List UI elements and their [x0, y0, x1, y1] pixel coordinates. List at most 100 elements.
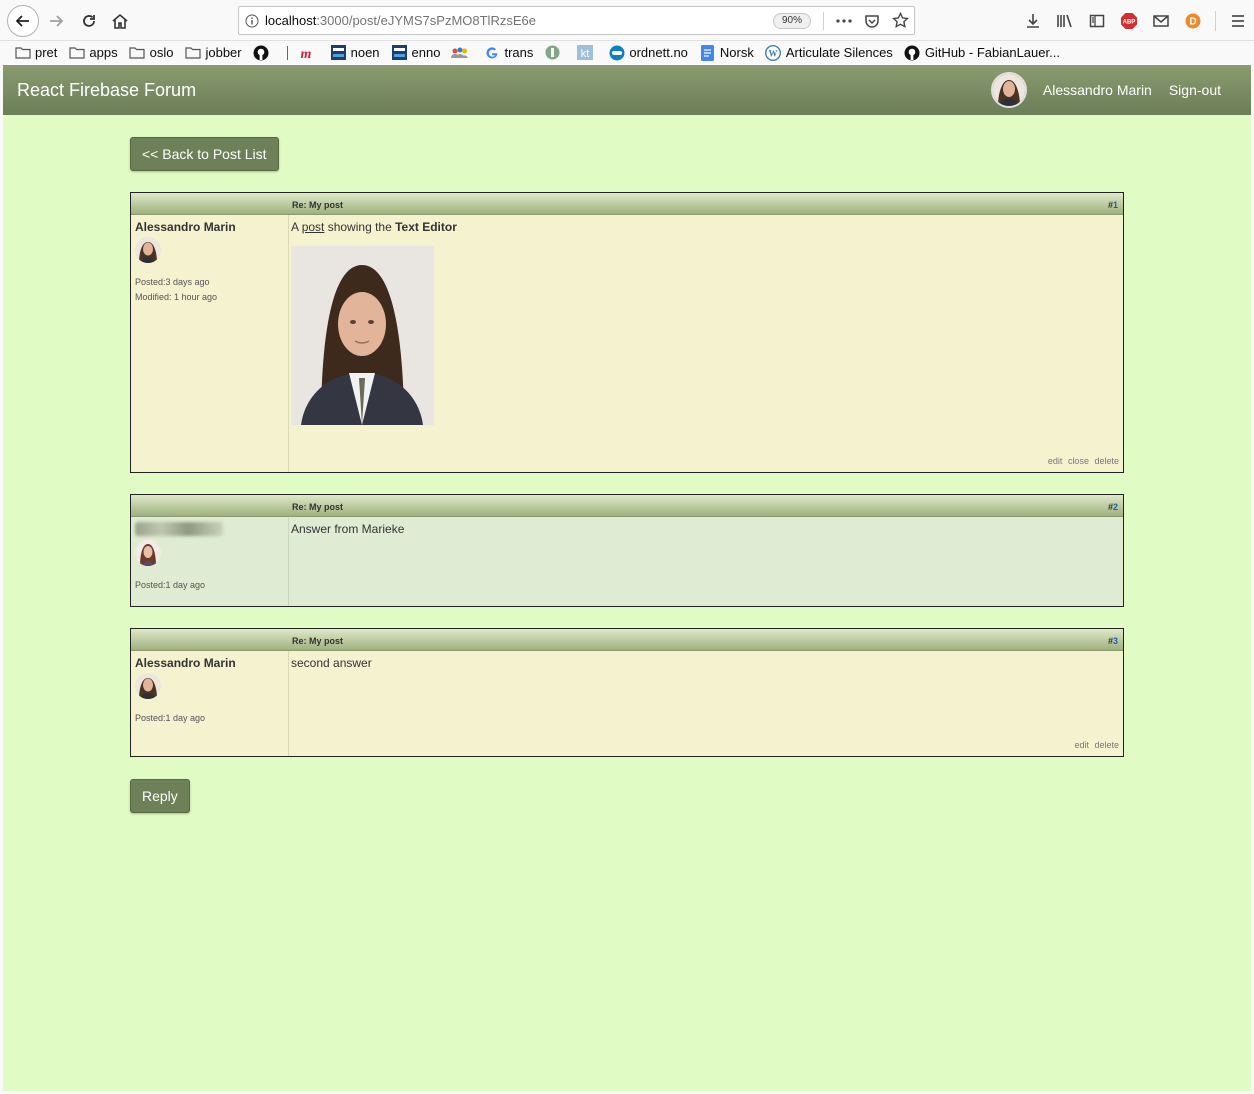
download-icon[interactable]	[1017, 13, 1049, 29]
bookmark-label: enno	[411, 45, 441, 60]
post-author-panel: Posted:1 day ago	[131, 517, 289, 606]
post-card: Re: My post #1 Alessandro Marin Posted:3…	[130, 192, 1124, 473]
nav-user-name[interactable]: Alessandro Marin	[1043, 82, 1152, 98]
delete-link[interactable]: delete	[1094, 456, 1119, 466]
edit-link[interactable]: edit	[1074, 740, 1089, 750]
post-modified-time: Modified: 1 hour ago	[135, 292, 218, 302]
post-number[interactable]: #2	[1108, 502, 1118, 512]
post-author: Alessandro Marin	[135, 656, 236, 670]
post-text: second answer	[291, 656, 372, 670]
author-avatar	[135, 237, 161, 263]
author-avatar	[135, 540, 161, 566]
bookmark-star-icon[interactable]	[886, 12, 914, 29]
post-content: A post showing the Text Editor edit clos…	[289, 215, 1123, 472]
reply-button[interactable]: Reply	[130, 779, 190, 813]
bookmark-oslo[interactable]: oslo	[129, 45, 173, 60]
wordpress-icon: W	[765, 44, 782, 61]
bookmark-github[interactable]	[253, 45, 274, 60]
library-icon[interactable]	[1049, 13, 1081, 29]
svg-text:m: m	[301, 47, 312, 60]
folder-icon	[184, 46, 201, 60]
reload-icon	[83, 15, 95, 27]
bookmark-label: jobber	[205, 45, 242, 60]
adblock-icon[interactable]: ABP	[1113, 12, 1145, 30]
post-text-part: showing the	[324, 220, 396, 234]
bookmark-label: Articulate Silences	[785, 45, 893, 60]
url-bar[interactable]: localhost:3000/post/eJYMS7sPzMO8TlRzsE6e…	[238, 6, 915, 35]
post-content: Answer from Marieke	[289, 517, 1123, 606]
post-card: Re: My post #2 Posted:1 day ago Answer f…	[130, 494, 1124, 607]
bookmark-jobber[interactable]: jobber	[184, 45, 242, 60]
post-number[interactable]: #3	[1108, 636, 1118, 646]
back-button[interactable]	[7, 5, 39, 37]
bookmark-trans[interactable]: trans	[483, 45, 533, 60]
bookmark-m[interactable]: m	[298, 46, 319, 60]
post-actions: edit close delete	[1045, 456, 1119, 466]
post-header: Re: My post #2	[131, 495, 1123, 517]
bookmark-apps[interactable]: apps	[68, 45, 118, 60]
bookmark-enno[interactable]: enno	[391, 45, 441, 60]
dictionary-icon	[391, 45, 408, 60]
google-icon	[483, 46, 500, 60]
svg-text:D: D	[1189, 17, 1196, 28]
zoom-badge[interactable]: 90%	[772, 12, 811, 29]
reload-button[interactable]	[74, 6, 104, 36]
bookmark-label: Norsk	[719, 45, 754, 60]
post-posted-time: Posted:3 days ago	[135, 277, 210, 287]
post-header: Re: My post #3	[131, 629, 1123, 651]
bookmark-norsk[interactable]: Norsk	[699, 44, 754, 61]
url-host: localhost	[265, 13, 317, 28]
toolbar-separator	[1215, 11, 1216, 31]
page-actions-icon[interactable]	[830, 18, 858, 24]
post-text-part: A	[291, 220, 302, 234]
pocket-icon[interactable]	[858, 13, 886, 29]
bookmark-ordnett[interactable]: ordnett.no	[608, 45, 688, 60]
post-subject: Re: My post	[292, 636, 344, 646]
post-posted-time: Posted:1 day ago	[135, 713, 206, 723]
bookmark-articulate-silences[interactable]: W Articulate Silences	[765, 44, 893, 61]
post-text: A post showing the Text Editor	[291, 220, 1121, 234]
post-number[interactable]: #1	[1108, 200, 1118, 210]
bookmark-kt[interactable]: kt	[576, 45, 597, 60]
url-separator	[823, 11, 824, 30]
post-body: Alessandro Marin Posted:3 days ago Modif…	[131, 215, 1123, 472]
bookmarks-bar: pret apps oslo jobber m noen enno trans …	[0, 41, 1254, 64]
post-link[interactable]: post	[302, 220, 325, 234]
bookmark-pret[interactable]: pret	[14, 45, 57, 60]
post-author-panel: Alessandro Marin Posted:1 day ago	[131, 651, 289, 756]
back-to-post-list-button[interactable]: << Back to Post List	[130, 137, 279, 171]
svg-text:kt: kt	[581, 48, 590, 60]
close-link[interactable]: close	[1068, 456, 1089, 466]
delete-link[interactable]: delete	[1094, 740, 1119, 750]
svg-text:W: W	[769, 48, 778, 58]
mail-icon[interactable]	[1145, 14, 1177, 28]
post-number-value: 1	[1112, 200, 1118, 210]
author-avatar	[135, 673, 161, 699]
github-icon	[904, 45, 921, 60]
post-actions: edit delete	[1071, 740, 1119, 750]
post-bold-text: Text Editor	[395, 220, 457, 234]
sidebar-icon[interactable]	[1081, 13, 1113, 29]
signout-link[interactable]: Sign-out	[1169, 82, 1221, 98]
extension-d-icon[interactable]: D	[1177, 13, 1209, 29]
bookmark-github-fabianlauer[interactable]: GitHub - FabianLauer...	[904, 45, 1060, 60]
arrow-left-icon	[15, 15, 29, 27]
bookmark-people[interactable]	[451, 46, 472, 60]
bookmark-label: apps	[89, 45, 118, 60]
home-button[interactable]	[105, 6, 135, 36]
bookmark-noen[interactable]: noen	[330, 45, 380, 60]
user-avatar[interactable]	[990, 72, 1027, 108]
bookmark-label: GitHub - FabianLauer...	[924, 45, 1060, 60]
app-title[interactable]: React Firebase Forum	[17, 80, 991, 101]
site-info-icon[interactable]	[239, 14, 265, 28]
forward-button[interactable]	[41, 6, 71, 36]
url-text[interactable]: localhost:3000/post/eJYMS7sPzMO8TlRzsE6e	[265, 13, 773, 28]
hamburger-menu-icon[interactable]	[1222, 14, 1254, 28]
bookmark-circle[interactable]	[544, 45, 565, 60]
edit-link[interactable]: edit	[1048, 456, 1063, 466]
app-bar: React Firebase Forum Alessandro Marin Si…	[3, 65, 1251, 115]
github-icon	[253, 45, 270, 60]
bookmark-label: ordnett.no	[629, 45, 688, 60]
post-number-value: 3	[1112, 636, 1118, 646]
folder-icon	[14, 46, 31, 60]
